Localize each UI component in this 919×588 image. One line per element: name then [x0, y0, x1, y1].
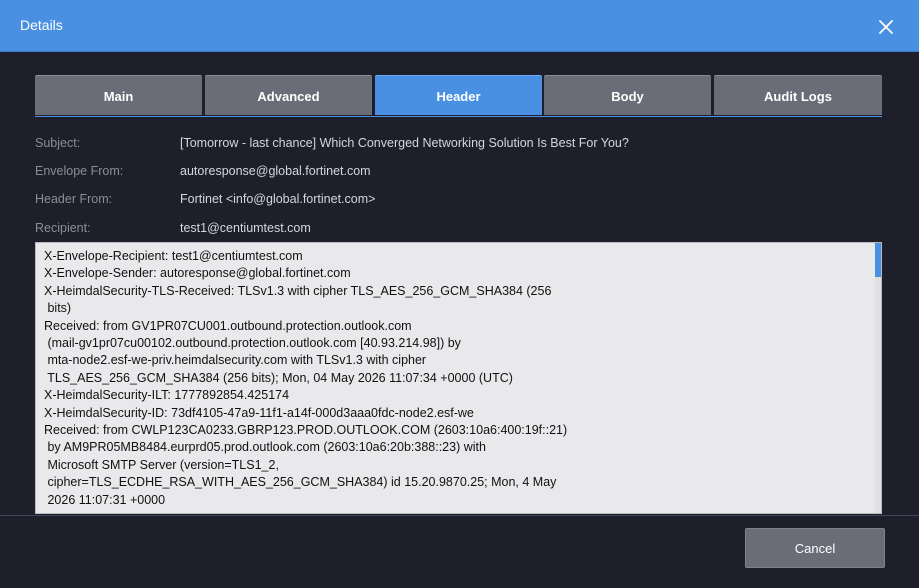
- close-icon[interactable]: [879, 20, 893, 34]
- header-from-label: Header From:: [35, 192, 113, 206]
- details-dialog: Details Main Advanced Header Body Audit …: [0, 0, 919, 588]
- recipient-row: Recipient: test1@centiumtest.com: [35, 213, 882, 241]
- envelope-from-row: Envelope From: autoresponse@global.forti…: [35, 156, 882, 184]
- tab-body[interactable]: Body: [544, 75, 711, 115]
- tab-audit-logs[interactable]: Audit Logs: [714, 75, 882, 115]
- tab-bar: Main Advanced Header Body Audit Logs: [35, 75, 882, 117]
- footer-divider: [0, 515, 919, 516]
- header-from-value: Fortinet <info@global.fortinet.com>: [180, 192, 376, 206]
- raw-headers-textarea[interactable]: X-Envelope-Recipient: test1@centiumtest.…: [35, 242, 882, 514]
- tab-main[interactable]: Main: [35, 75, 202, 115]
- dialog-title: Details: [20, 17, 63, 33]
- envelope-from-value: autoresponse@global.fortinet.com: [180, 164, 371, 178]
- tab-header[interactable]: Header: [375, 75, 542, 115]
- subject-label: Subject:: [35, 136, 81, 150]
- dialog-titlebar: Details: [0, 0, 919, 52]
- cancel-button[interactable]: Cancel: [745, 528, 885, 568]
- tab-advanced[interactable]: Advanced: [205, 75, 372, 115]
- header-from-row: Header From: Fortinet <info@global.forti…: [35, 184, 882, 212]
- subject-value: [Tomorrow - last chance] Which Converged…: [180, 136, 629, 150]
- envelope-from-label: Envelope From:: [35, 164, 124, 178]
- raw-headers-text: X-Envelope-Recipient: test1@centiumtest.…: [44, 249, 568, 507]
- headers-scrollbar[interactable]: [875, 243, 881, 513]
- subject-row: Subject: [Tomorrow - last chance] Which …: [35, 128, 882, 156]
- recipient-label: Recipient:: [35, 221, 91, 235]
- recipient-value: test1@centiumtest.com: [180, 221, 311, 235]
- headers-scrollbar-thumb[interactable]: [875, 243, 881, 277]
